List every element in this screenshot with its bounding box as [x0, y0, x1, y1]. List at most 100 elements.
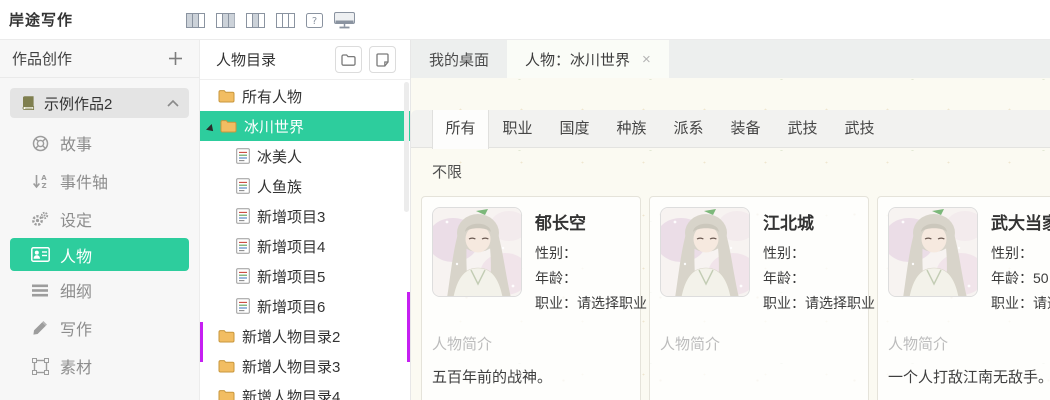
filter-tab-faction[interactable]: 派系	[660, 110, 717, 147]
drag-indicator-left	[200, 322, 203, 362]
topbar: 岸途写作 ?	[0, 0, 1050, 40]
tree-item-all-characters[interactable]: 所有人物	[200, 81, 410, 111]
tree-item-doc[interactable]: 新增项目3	[200, 201, 410, 231]
book-icon	[20, 95, 36, 111]
layout-plain-icon[interactable]	[276, 13, 295, 28]
new-folder-icon	[341, 54, 356, 66]
filter-tab-nation[interactable]: 国度	[546, 110, 603, 147]
character-catalog-panel: 人物目录	[200, 40, 411, 400]
id-card-icon	[30, 247, 50, 262]
filter-tab-martial-2[interactable]: 武技	[831, 110, 888, 147]
monitor-icon[interactable]	[334, 12, 355, 29]
field-gender: 性别：	[535, 241, 630, 266]
character-card[interactable]: 武大当家 性别： 年龄：50岁 职业：请选择职业 人物简介 一个人打敌江南无敌手…	[877, 196, 1050, 400]
sidebar-item-timeline[interactable]: AZ 事件轴	[0, 162, 199, 200]
main-area: 我的桌面 人物：冰川世界 × 所有 职业 国度 种族 派系 装备 武技 武技	[411, 40, 1050, 400]
layout-col-icon[interactable]	[246, 13, 265, 28]
sidebar-item-label: 细纲	[60, 278, 92, 302]
filter-tab-equipment[interactable]: 装备	[717, 110, 774, 147]
filter-option-unlimited[interactable]: 不限	[432, 161, 1050, 182]
tree-item-folder[interactable]: 新增人物目录2	[200, 321, 410, 351]
sidebar: 作品创作 示例作品2 故事	[0, 40, 200, 400]
folder-icon	[220, 119, 237, 133]
field-job: 职业：请选择职业	[763, 291, 858, 316]
folder-icon	[218, 359, 235, 373]
app-window: 岸途写作 ? 作品创作	[0, 0, 1050, 400]
tree-item-label: 新增人物目录2	[242, 326, 340, 347]
sidebar-item-materials[interactable]: 素材	[0, 347, 199, 385]
tab-characters-glacier[interactable]: 人物：冰川世界 ×	[507, 40, 669, 78]
tree-item-label: 所有人物	[242, 86, 302, 107]
filter-tabbar: 所有 职业 国度 种族 派系 装备 武技 武技	[411, 110, 1050, 148]
tab-label: 我的桌面	[429, 49, 489, 70]
sort-az-icon: AZ	[30, 173, 50, 190]
tree-item-doc[interactable]: 新增项目4	[200, 231, 410, 261]
filter-tab-race[interactable]: 种族	[603, 110, 660, 147]
tree-item-doc[interactable]: 人鱼族	[200, 171, 410, 201]
field-job: 职业：请选择职业	[535, 291, 630, 316]
new-doc-button[interactable]	[369, 46, 396, 73]
avatar	[432, 207, 522, 297]
catalog-scrollbar[interactable]	[404, 82, 409, 212]
tree-item-doc[interactable]: 新增项目5	[200, 261, 410, 291]
doc-icon	[236, 268, 250, 284]
character-card-list: 郁长空 性别： 年龄： 职业：请选择职业 人物简介 五百年前的战神。	[421, 196, 1050, 400]
job-select[interactable]: 请选择职业	[1033, 295, 1050, 311]
folder-icon	[218, 89, 235, 103]
sidebar-item-writing[interactable]: 写作	[0, 309, 199, 347]
job-select[interactable]: 请选择职业	[805, 295, 875, 311]
catalog-tree: 所有人物 冰川世界 冰美人	[200, 80, 410, 400]
intro-label: 人物简介	[888, 333, 1050, 354]
chevron-up-icon[interactable]	[167, 99, 179, 108]
doc-icon	[236, 148, 250, 164]
tree-item-label: 冰美人	[257, 146, 302, 167]
intro-label: 人物简介	[432, 333, 630, 354]
sidebar-item-story[interactable]: 故事	[0, 124, 199, 162]
lines-icon	[30, 284, 50, 297]
sidebar-menu: 故事 AZ 事件轴 设定	[0, 124, 199, 385]
doc-icon	[236, 298, 250, 314]
character-card[interactable]: 江北城 性别： 年龄： 职业：请选择职业 人物简介	[649, 196, 869, 400]
svg-text:Z: Z	[41, 182, 46, 190]
sidebar-item-settings[interactable]: 设定	[0, 200, 199, 238]
close-icon[interactable]: ×	[642, 51, 651, 68]
caret-expanded-icon[interactable]	[206, 121, 216, 138]
tab-my-desktop[interactable]: 我的桌面	[411, 40, 507, 78]
folder-icon	[218, 389, 235, 400]
main-tabbar: 我的桌面 人物：冰川世界 ×	[411, 40, 1050, 78]
filter-tab-martial-1[interactable]: 武技	[774, 110, 831, 147]
filter-spacer	[411, 110, 432, 147]
tree-item-doc[interactable]: 新增项目6	[200, 291, 410, 321]
layout-mid-icon[interactable]	[216, 13, 235, 28]
tree-item-label: 新增人物目录4	[242, 386, 340, 400]
help-icon[interactable]: ?	[306, 13, 323, 28]
project-label: 示例作品2	[44, 93, 167, 114]
filter-tab-job[interactable]: 职业	[489, 110, 546, 147]
intro-text: 一个人打敌江南无敌手。	[888, 366, 1050, 387]
filter-tab-all[interactable]: 所有	[432, 110, 489, 149]
pencil-icon	[30, 320, 50, 336]
sidebar-item-characters[interactable]: 人物	[10, 238, 189, 271]
new-folder-button[interactable]	[335, 46, 362, 73]
plus-icon[interactable]	[168, 51, 183, 66]
field-age: 年龄：50岁	[991, 266, 1050, 291]
sidebar-item-outline[interactable]: 细纲	[0, 271, 199, 309]
tree-item-label: 新增项目6	[257, 296, 325, 317]
intro-text: 五百年前的战神。	[432, 366, 630, 387]
character-name: 武大当家	[991, 209, 1050, 234]
layout-left-icon[interactable]	[186, 13, 205, 28]
character-card[interactable]: 郁长空 性别： 年龄： 职业：请选择职业 人物简介 五百年前的战神。	[421, 196, 641, 400]
tree-item-glacier-world[interactable]: 冰川世界	[200, 111, 410, 141]
sidebar-item-label: 写作	[60, 316, 92, 340]
tree-item-label: 冰川世界	[244, 116, 304, 137]
character-name: 江北城	[763, 209, 858, 234]
avatar	[888, 207, 978, 297]
project-row[interactable]: 示例作品2	[10, 88, 189, 118]
field-job: 职业：请选择职业	[991, 291, 1050, 316]
tree-item-folder[interactable]: 新增人物目录4	[200, 381, 410, 400]
drag-indicator-right	[407, 292, 410, 362]
job-select[interactable]: 请选择职业	[577, 295, 647, 311]
tree-item-doc[interactable]: 冰美人	[200, 141, 410, 171]
tree-item-folder[interactable]: 新增人物目录3	[200, 351, 410, 381]
avatar	[660, 207, 750, 297]
